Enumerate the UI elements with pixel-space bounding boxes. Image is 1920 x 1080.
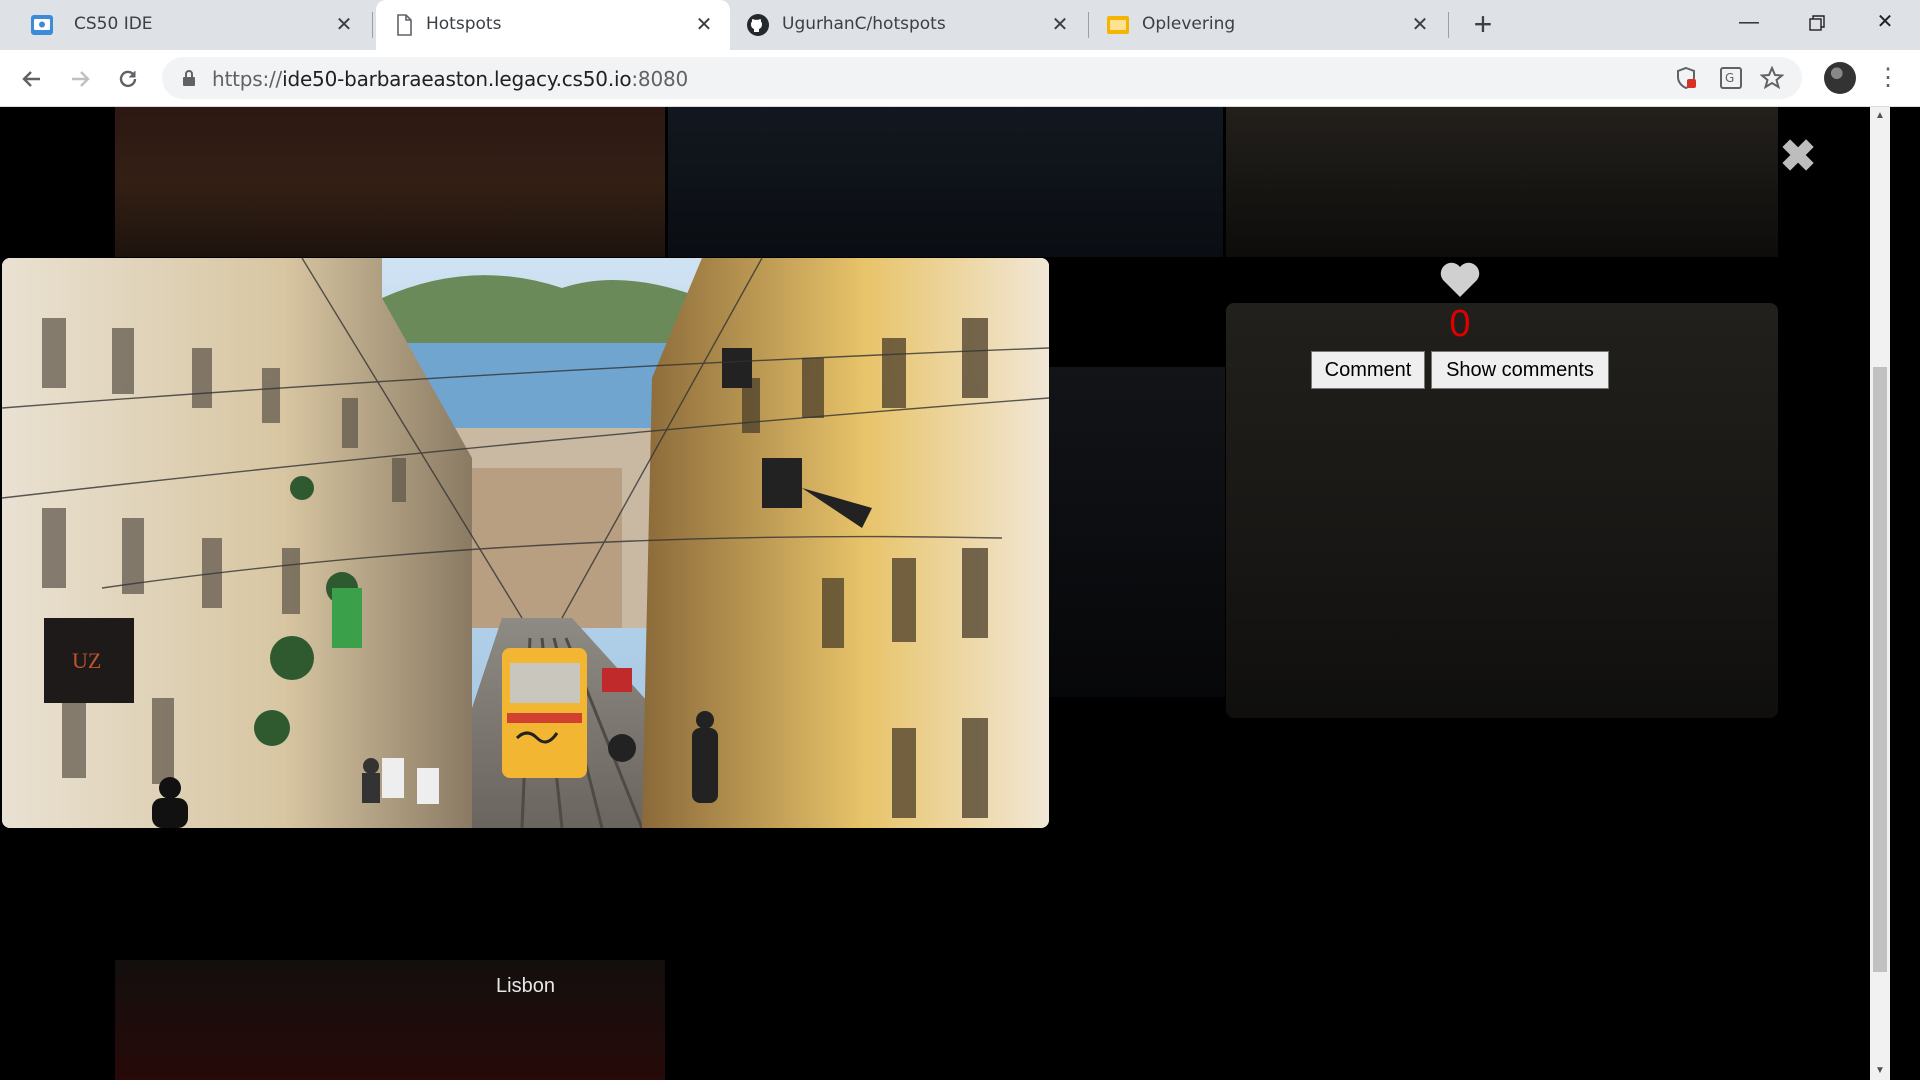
tab-title: Oplevering <box>1142 14 1236 34</box>
tab-separator <box>372 12 373 38</box>
reload-button[interactable] <box>112 62 144 94</box>
lock-icon <box>183 70 195 86</box>
forward-button[interactable] <box>64 62 96 94</box>
tab-separator <box>1448 12 1449 38</box>
heart-icon[interactable] <box>1438 259 1482 299</box>
arrow-left-icon <box>22 70 40 87</box>
photo-caption: Lisbon <box>496 975 555 997</box>
close-tab-icon[interactable]: ✕ <box>692 13 716 37</box>
background-thumbnail <box>1226 107 1778 257</box>
tab-hotspots[interactable]: Hotspots ✕ <box>376 0 730 50</box>
scroll-thumb[interactable] <box>1873 367 1887 972</box>
address-bar[interactable]: https://ide50-barbaraeaston.legacy.cs50.… <box>162 57 1802 99</box>
translate-icon[interactable]: G <box>1719 66 1743 90</box>
cs50-ide-icon <box>31 15 53 35</box>
shield-blocked-icon[interactable] <box>1674 66 1698 90</box>
page-icon <box>397 14 412 36</box>
scroll-up-arrow[interactable]: ▲ <box>1870 107 1890 125</box>
tab-title: UgurhanC/hotspots <box>782 14 946 34</box>
background-thumbnail <box>668 107 1223 257</box>
star-icon[interactable] <box>1760 66 1784 90</box>
restore-icon <box>1809 15 1825 31</box>
minimize-button[interactable]: — <box>1714 0 1784 44</box>
close-tab-icon[interactable]: ✕ <box>332 13 356 37</box>
browser-toolbar: https://ide50-barbaraeaston.legacy.cs50.… <box>0 50 1920 107</box>
tab-cs50-ide[interactable]: CS50 IDE ✕ <box>0 0 370 50</box>
tab-github-hotspots[interactable]: UgurhanC/hotspots ✕ <box>730 0 1086 50</box>
github-icon <box>747 14 769 36</box>
scroll-down-arrow[interactable]: ▼ <box>1870 1062 1890 1080</box>
hotspot-photo: UZ <box>2 258 1049 828</box>
like-count: 0 <box>1449 303 1471 345</box>
tab-title: CS50 IDE <box>74 14 153 34</box>
url-text[interactable]: https://ide50-barbaraeaston.legacy.cs50.… <box>212 67 688 91</box>
restore-button[interactable] <box>1782 0 1852 44</box>
close-tab-icon[interactable]: ✕ <box>1048 13 1072 37</box>
arrow-right-icon <box>72 70 90 87</box>
url-port: :8080 <box>631 67 689 91</box>
close-window-button[interactable]: ✕ <box>1850 0 1920 44</box>
back-button[interactable] <box>16 62 48 94</box>
reload-icon <box>119 70 137 87</box>
page-viewport: ✖ UZ Lisbon 0 Comment Show comments <box>0 107 1870 1080</box>
background-thumbnail <box>1040 367 1225 697</box>
show-comments-button[interactable]: Show comments <box>1431 351 1609 389</box>
tab-title: Hotspots <box>426 14 502 34</box>
tab-oplevering[interactable]: Oplevering ✕ <box>1090 0 1446 50</box>
svg-text:UZ: UZ <box>72 648 101 673</box>
comment-button[interactable]: Comment <box>1311 351 1425 389</box>
tab-strip: CS50 IDE ✕ Hotspots ✕ UgurhanC/hotspots … <box>0 0 1920 50</box>
url-scheme: https:// <box>212 67 283 91</box>
page-scrollbar[interactable]: ▲ ▼ <box>1870 107 1890 1080</box>
background-thumbnail <box>115 107 665 257</box>
profile-avatar[interactable] <box>1824 62 1856 94</box>
new-tab-button[interactable]: + <box>1468 8 1498 40</box>
svg-text:G: G <box>1725 71 1734 85</box>
close-modal-icon[interactable]: ✖ <box>1778 135 1818 179</box>
slides-icon <box>1107 16 1129 34</box>
tab-separator <box>1088 12 1089 38</box>
browser-menu-icon[interactable]: ⋮ <box>1876 62 1900 94</box>
lisbon-street-image: UZ <box>2 258 1049 828</box>
close-tab-icon[interactable]: ✕ <box>1408 13 1432 37</box>
url-host: ide50-barbaraeaston.legacy.cs50.io <box>282 67 632 91</box>
